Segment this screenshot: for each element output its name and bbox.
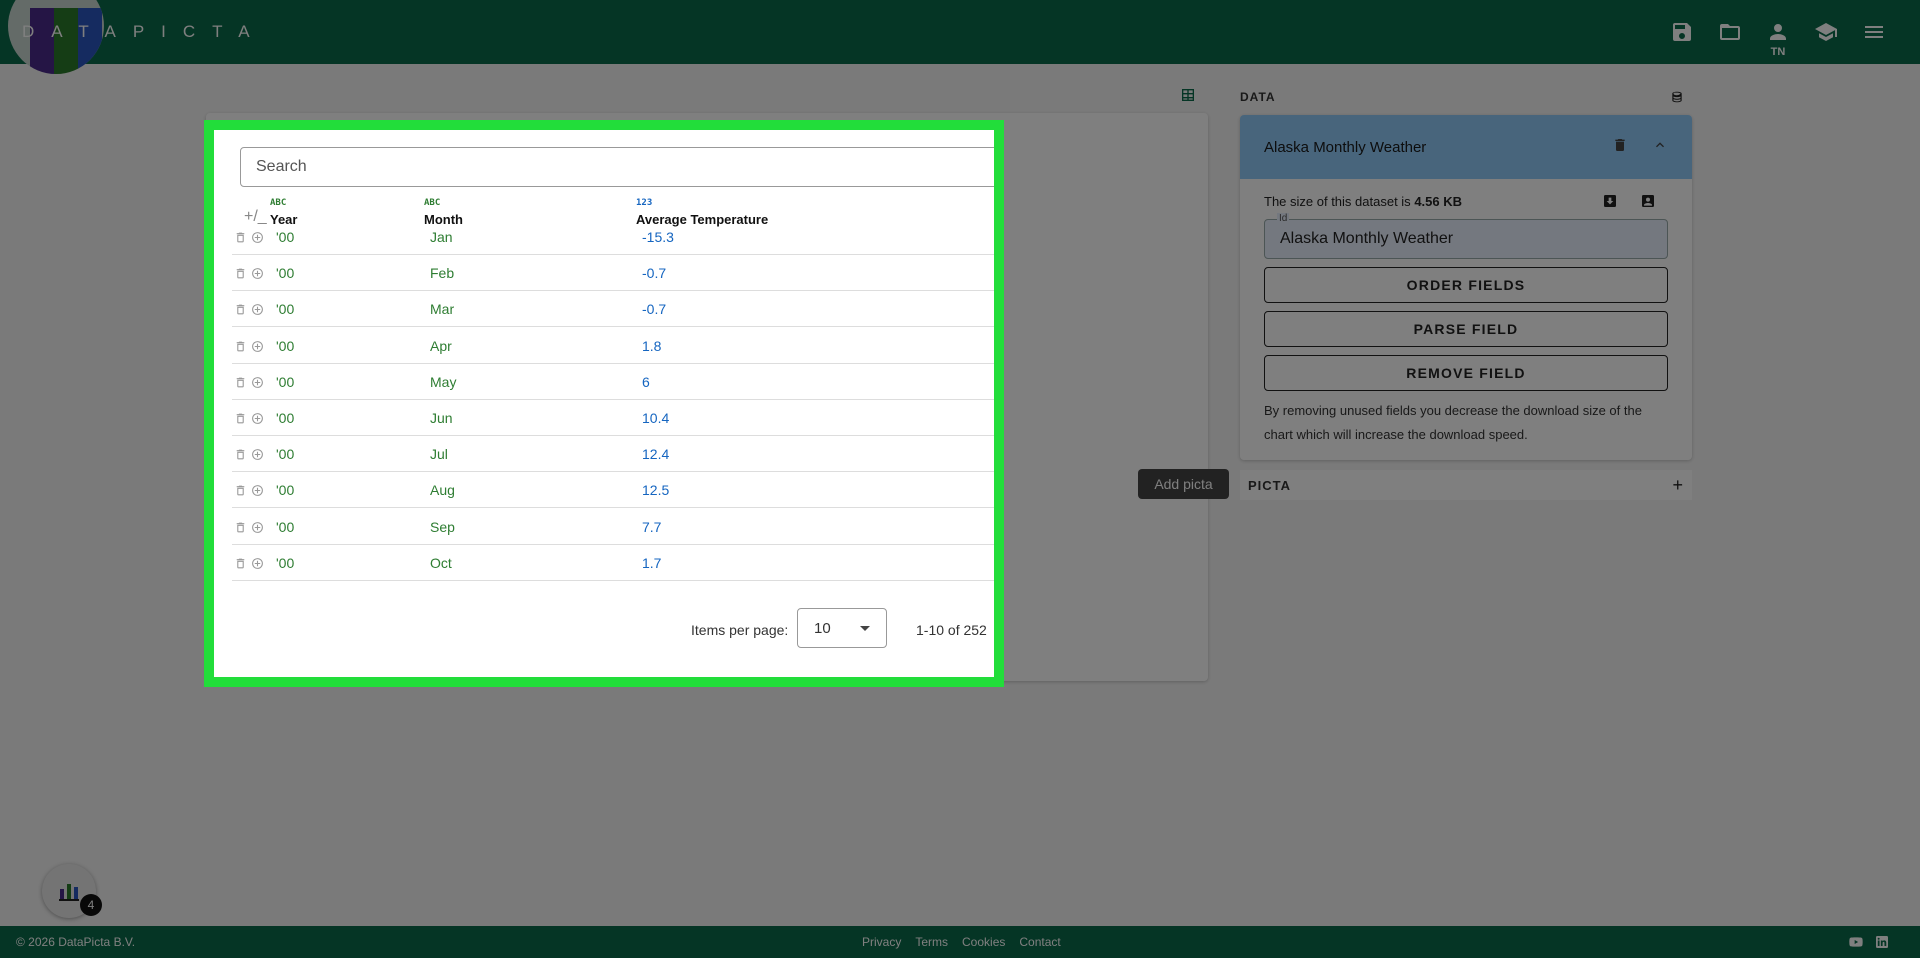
cell-year[interactable]: '00	[276, 519, 294, 535]
cell-year[interactable]: '00	[276, 265, 294, 281]
type-tag-text: ABC	[270, 198, 287, 208]
cell-average-temperature[interactable]: 1.7	[642, 555, 661, 571]
cell-month[interactable]: Feb	[430, 265, 454, 281]
delete-row-icon[interactable]	[234, 521, 247, 534]
table-row: '00 Aug 12.5	[232, 472, 994, 509]
cell-average-temperature[interactable]: 12.5	[642, 482, 669, 498]
add-row-icon[interactable]	[251, 267, 264, 280]
search-input[interactable]: Search	[240, 147, 994, 187]
cell-year[interactable]: '00	[276, 229, 294, 245]
cell-average-temperature[interactable]: -0.7	[642, 265, 666, 281]
cell-year[interactable]: '00	[276, 374, 294, 390]
add-row-icon[interactable]	[251, 557, 264, 570]
cell-year[interactable]: '00	[276, 338, 294, 354]
cell-month[interactable]: Jun	[430, 410, 453, 426]
add-row-icon[interactable]	[251, 340, 264, 353]
items-per-page-label: Items per page:	[691, 622, 789, 638]
delete-row-icon[interactable]	[234, 303, 247, 316]
items-per-page-select[interactable]: 10	[797, 608, 887, 648]
cell-month[interactable]: Apr	[430, 338, 452, 354]
cell-average-temperature[interactable]: 12.4	[642, 446, 669, 462]
delete-row-icon[interactable]	[234, 231, 247, 244]
delete-row-icon[interactable]	[234, 412, 247, 425]
table-row: '00 Mar -0.7	[232, 291, 994, 328]
cell-month[interactable]: Mar	[430, 301, 454, 317]
table-row: '00 Sep 7.7	[232, 509, 994, 545]
delete-row-icon[interactable]	[234, 448, 247, 461]
table-row: '00 Feb -0.7	[232, 255, 994, 292]
table-row: '00 Jun 10.4	[232, 400, 994, 436]
cell-month[interactable]: Jan	[430, 229, 453, 245]
add-row-icon[interactable]	[251, 521, 264, 534]
delete-row-icon[interactable]	[234, 376, 247, 389]
add-row-icon[interactable]	[251, 448, 264, 461]
cell-month[interactable]: Sep	[430, 519, 455, 535]
add-row-icon[interactable]	[251, 484, 264, 497]
add-row-icon[interactable]	[251, 303, 264, 316]
table-row: '00 May 6	[232, 364, 994, 400]
delete-row-icon[interactable]	[234, 340, 247, 353]
page-range: 1-10 of 252	[916, 622, 987, 638]
delete-row-icon[interactable]	[234, 557, 247, 570]
cell-year[interactable]: '00	[276, 446, 294, 462]
cell-average-temperature[interactable]: 6	[642, 374, 650, 390]
highlighted-data-table: Search +/_ ABC Year ABC Month 123 Averag…	[204, 120, 1004, 687]
cell-month[interactable]: Oct	[430, 555, 452, 571]
cell-average-temperature[interactable]: 10.4	[642, 410, 669, 426]
table-row: '00 Jul 12.4	[232, 436, 994, 473]
cell-year[interactable]: '00	[276, 410, 294, 426]
cell-average-temperature[interactable]: 1.8	[642, 338, 661, 354]
table-row: '00 Jan -15.3	[232, 219, 994, 255]
delete-row-icon[interactable]	[234, 267, 247, 280]
delete-row-icon[interactable]	[234, 484, 247, 497]
cell-year[interactable]: '00	[276, 301, 294, 317]
dropdown-arrow-icon	[860, 626, 870, 631]
table-row: '00 Apr 1.8	[232, 328, 994, 364]
cell-month[interactable]: Jul	[430, 446, 448, 462]
table-row: '00 Oct 1.7	[232, 545, 994, 581]
add-row-icon[interactable]	[251, 231, 264, 244]
type-tag-number: 123	[636, 198, 653, 208]
cell-average-temperature[interactable]: 7.7	[642, 519, 661, 535]
items-per-page-value: 10	[814, 620, 831, 637]
add-row-icon[interactable]	[251, 412, 264, 425]
cell-year[interactable]: '00	[276, 482, 294, 498]
add-row-icon[interactable]	[251, 376, 264, 389]
cell-year[interactable]: '00	[276, 555, 294, 571]
paginator: Items per page: 10 1-10 of 252	[214, 608, 994, 652]
cell-month[interactable]: Aug	[430, 482, 455, 498]
cell-average-temperature[interactable]: -15.3	[642, 229, 674, 245]
type-tag-text: ABC	[424, 198, 441, 208]
cell-month[interactable]: May	[430, 374, 456, 390]
cell-average-temperature[interactable]: -0.7	[642, 301, 666, 317]
